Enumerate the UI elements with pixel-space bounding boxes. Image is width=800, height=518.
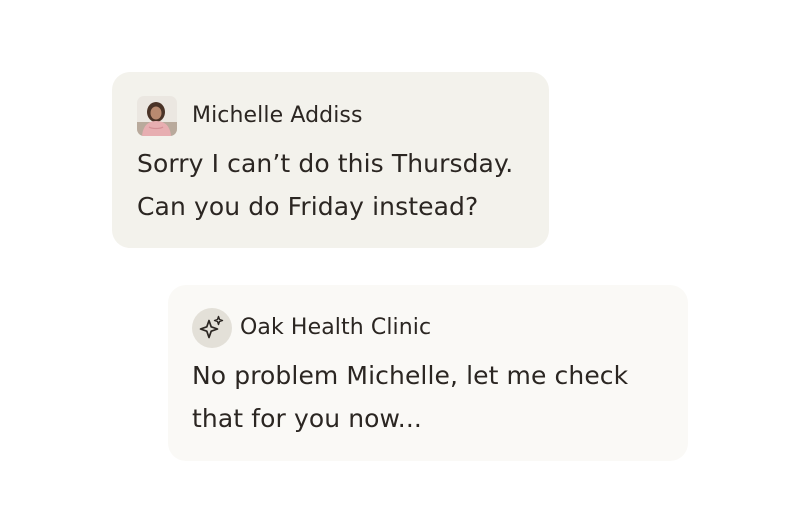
sender-name: Michelle Addiss <box>192 103 363 128</box>
sender-name: Oak Health Clinic <box>240 315 432 340</box>
message-line: that for you now... <box>192 404 422 433</box>
clinic-message-bubble: Oak Health Clinic No problem Michelle, l… <box>168 285 688 461</box>
person-photo-icon <box>137 96 177 136</box>
sparkle-icon <box>199 315 224 339</box>
message-line: Can you do Friday instead? <box>137 192 479 221</box>
clinic-avatar <box>192 308 232 348</box>
patient-sender-row: Michelle Addiss <box>137 96 363 136</box>
patient-message-bubble: Michelle Addiss Sorry I can’t do this Th… <box>112 72 549 248</box>
message-line: No problem Michelle, let me check <box>192 361 629 390</box>
michelle-avatar <box>137 96 177 136</box>
message-text: Sorry I can’t do this Thursday. Can you … <box>137 142 537 228</box>
clinic-sender-row: Oak Health Clinic <box>192 308 431 348</box>
message-text: No problem Michelle, let me check that f… <box>192 354 672 440</box>
message-line: Sorry I can’t do this Thursday. <box>137 149 514 178</box>
